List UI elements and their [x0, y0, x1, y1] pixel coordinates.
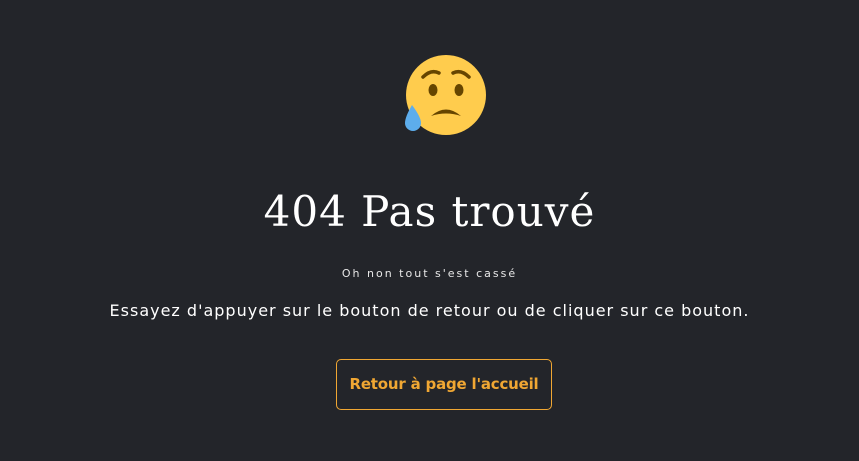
back-to-home-button[interactable]: Retour à page l'accueil [336, 359, 552, 410]
error-page: 404 Pas trouvé Oh non tout s'est cassé E… [0, 0, 859, 461]
error-message: Essayez d'appuyer sur le bouton de retou… [109, 301, 750, 320]
sad-but-relieved-face-icon [405, 55, 486, 135]
error-subtitle: Oh non tout s'est cassé [341, 267, 518, 280]
page-title: 404 Pas trouvé [263, 187, 596, 236]
